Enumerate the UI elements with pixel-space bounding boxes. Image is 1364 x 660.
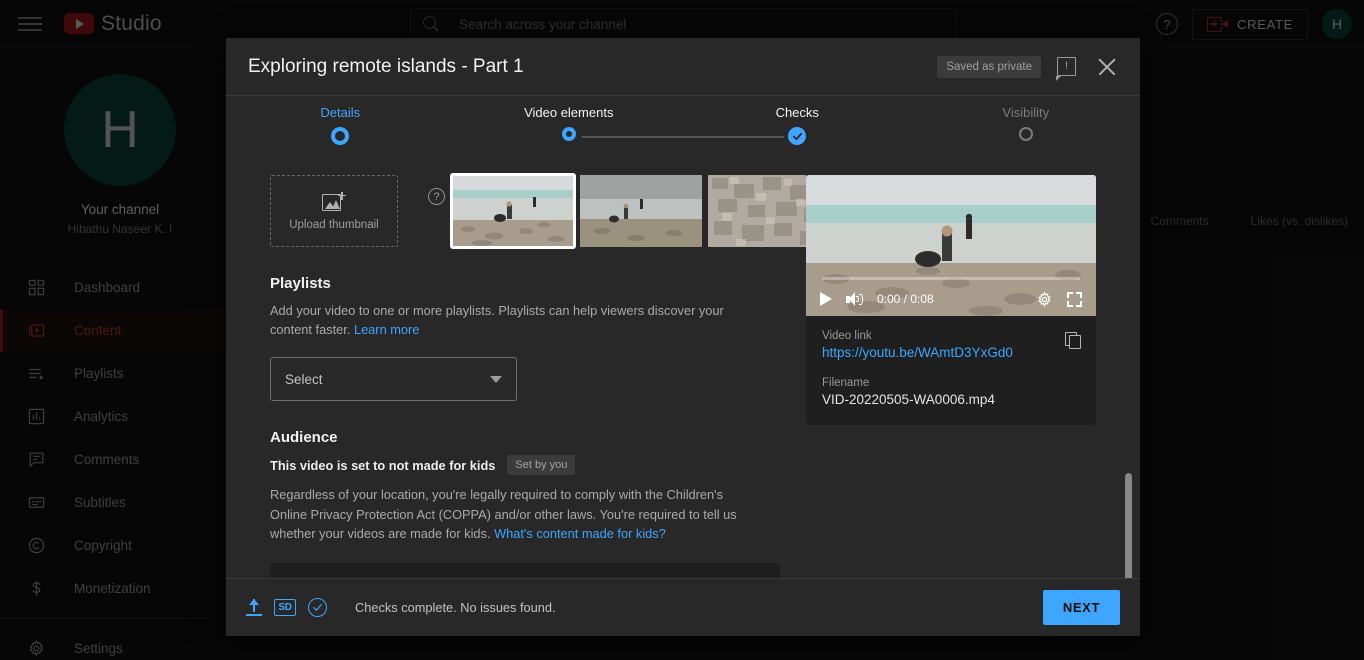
video-player[interactable]: 0:00 / 0:08 [806,175,1096,316]
video-controls: 0:00 / 0:08 [806,282,1096,316]
step-dot-video-elements[interactable] [562,127,576,141]
playlists-heading: Playlists [270,275,762,292]
made-for-kids-link[interactable]: What's content made for kids? [494,526,666,541]
audience-description: Regardless of your location, you're lega… [270,485,762,543]
next-button[interactable]: NEXT [1043,590,1120,625]
send-feedback-icon[interactable]: ! [1057,57,1076,76]
check-circle-icon [308,598,327,617]
step-label-checks[interactable]: Checks [683,105,912,120]
step-label-details[interactable]: Details [226,105,455,120]
close-icon[interactable] [1096,56,1118,78]
youtube-studio-page: Studio ? CREATE H H Your channel Hibathu… [0,0,1364,660]
playlist-select[interactable]: Select [270,357,517,401]
info-box-text-wrap: Features like personalized ads and notif… [316,577,764,578]
video-link-url[interactable]: https://youtu.be/WAmtD3YxGd0 [822,345,1080,360]
set-by-you-badge: Set by you [507,455,575,475]
dialog-footer: SD Checks complete. No issues found. NEX… [226,578,1140,636]
thumbnail-option-3[interactable] [708,175,806,247]
video-metadata: Video link https://youtu.be/WAmtD3YxGd0 … [806,316,1096,425]
copy-icon[interactable] [1065,332,1082,349]
audience-status-line: This video is set to not made for kids S… [270,455,762,475]
step-label-visibility[interactable]: Visibility [912,105,1141,120]
playlist-select-value: Select [285,372,490,387]
image-plus-icon [322,192,346,212]
video-preview-card: 0:00 / 0:08 [806,175,1096,425]
thumbnail-section: Upload thumbnail ? [270,175,762,247]
volume-icon[interactable] [846,292,863,306]
step-label-video-elements[interactable]: Video elements [455,105,684,120]
filename-label: Filename [822,377,1080,389]
video-progress-bar[interactable] [822,277,1080,280]
made-for-kids-info-box: i Features like personalized ads and not… [270,563,780,578]
step-dot-visibility[interactable] [1019,127,1033,141]
video-time-display: 0:00 / 0:08 [877,292,1022,306]
audience-heading: Audience [270,429,762,446]
stepper-dots [226,127,1140,145]
dialog-header: Exploring remote islands - Part 1 Saved … [226,38,1140,95]
dialog-body: Upload thumbnail ? [226,155,1140,578]
step-dot-checks[interactable] [788,127,806,145]
stepper-labels: Details Video elements Checks Visibility [226,105,1140,120]
saved-status-badge: Saved as private [937,56,1041,78]
playlists-description: Add your video to one or more playlists.… [270,301,762,339]
checks-status-text: Checks complete. No issues found. [355,600,1031,615]
video-details-dialog: Exploring remote islands - Part 1 Saved … [226,38,1140,636]
upload-arrow-icon [246,599,262,616]
video-link-label: Video link [822,330,1080,342]
upload-stepper: Details Video elements Checks Visibility [226,95,1140,155]
thumbnail-option-2[interactable] [580,175,702,247]
fullscreen-icon[interactable] [1067,292,1082,307]
play-icon[interactable] [820,292,832,306]
playlists-learn-more-link[interactable]: Learn more [354,322,419,337]
dialog-scrollbar[interactable] [1125,473,1132,578]
thumbnail-help-icon[interactable]: ? [428,188,445,205]
details-form-column: Upload thumbnail ? [226,155,806,578]
step-dot-details[interactable] [331,127,349,145]
playlists-description-text: Add your video to one or more playlists.… [270,303,724,337]
audience-status-text: This video is set to not made for kids [270,458,495,473]
thumbnail-option-1[interactable] [452,175,574,247]
dialog-title: Exploring remote islands - Part 1 [248,56,937,78]
quality-badge: SD [274,599,296,616]
filename-value: VID-20220505-WA0006.mp4 [822,392,1080,407]
video-preview-column: 0:00 / 0:08 [806,155,1140,578]
upload-thumbnail-button[interactable]: Upload thumbnail ? [270,175,398,247]
gear-icon[interactable] [1036,291,1053,308]
upload-thumbnail-label: Upload thumbnail [289,219,379,231]
chevron-down-icon [490,376,502,383]
